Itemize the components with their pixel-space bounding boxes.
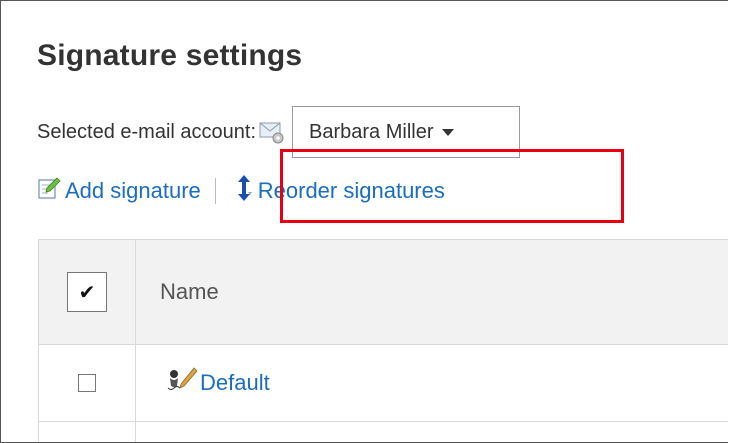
header-check-cell: ✔: [39, 240, 136, 344]
table-row-partial: [39, 422, 728, 442]
reorder-signatures-link[interactable]: Reorder signatures: [234, 174, 445, 208]
table-row: Default: [39, 345, 728, 422]
account-select[interactable]: Barbara Miller: [292, 106, 521, 158]
table-header-row: ✔ Name: [39, 240, 728, 345]
account-row: Selected e-mail account: Barbara Miller: [37, 104, 521, 160]
reorder-arrows-icon: [234, 174, 254, 208]
checkmark-icon: ✔: [78, 281, 96, 304]
action-separator: [214, 178, 216, 204]
add-signature-label: Add signature: [65, 178, 201, 203]
add-signature-link[interactable]: Add signature: [37, 176, 201, 206]
signature-settings-panel: Signature settings Selected e-mail accou…: [0, 0, 728, 443]
signature-table: ✔ Name Default: [38, 239, 728, 442]
row-name-cell: [136, 422, 728, 442]
reorder-signatures-label: Reorder signatures: [257, 178, 445, 203]
edit-icon: [37, 176, 61, 206]
row-check-cell: [39, 422, 136, 442]
row-checkbox[interactable]: [78, 374, 96, 392]
page-title: Signature settings: [37, 39, 303, 72]
account-select-value: Barbara Miller: [309, 120, 434, 143]
select-all-checkbox[interactable]: ✔: [67, 272, 107, 312]
name-column-header: Name: [160, 279, 219, 304]
actions-row: Add signature Reorder signatures: [37, 173, 445, 209]
chevron-down-icon: [441, 128, 454, 136]
row-name-cell: Default: [136, 345, 728, 421]
signature-pen-icon: [160, 366, 198, 400]
signature-name: Default: [200, 370, 270, 395]
signature-link-default[interactable]: Default: [160, 366, 270, 400]
row-check-cell: [39, 345, 136, 421]
mail-settings-icon: [258, 119, 286, 145]
account-label: Selected e-mail account:: [37, 120, 257, 143]
